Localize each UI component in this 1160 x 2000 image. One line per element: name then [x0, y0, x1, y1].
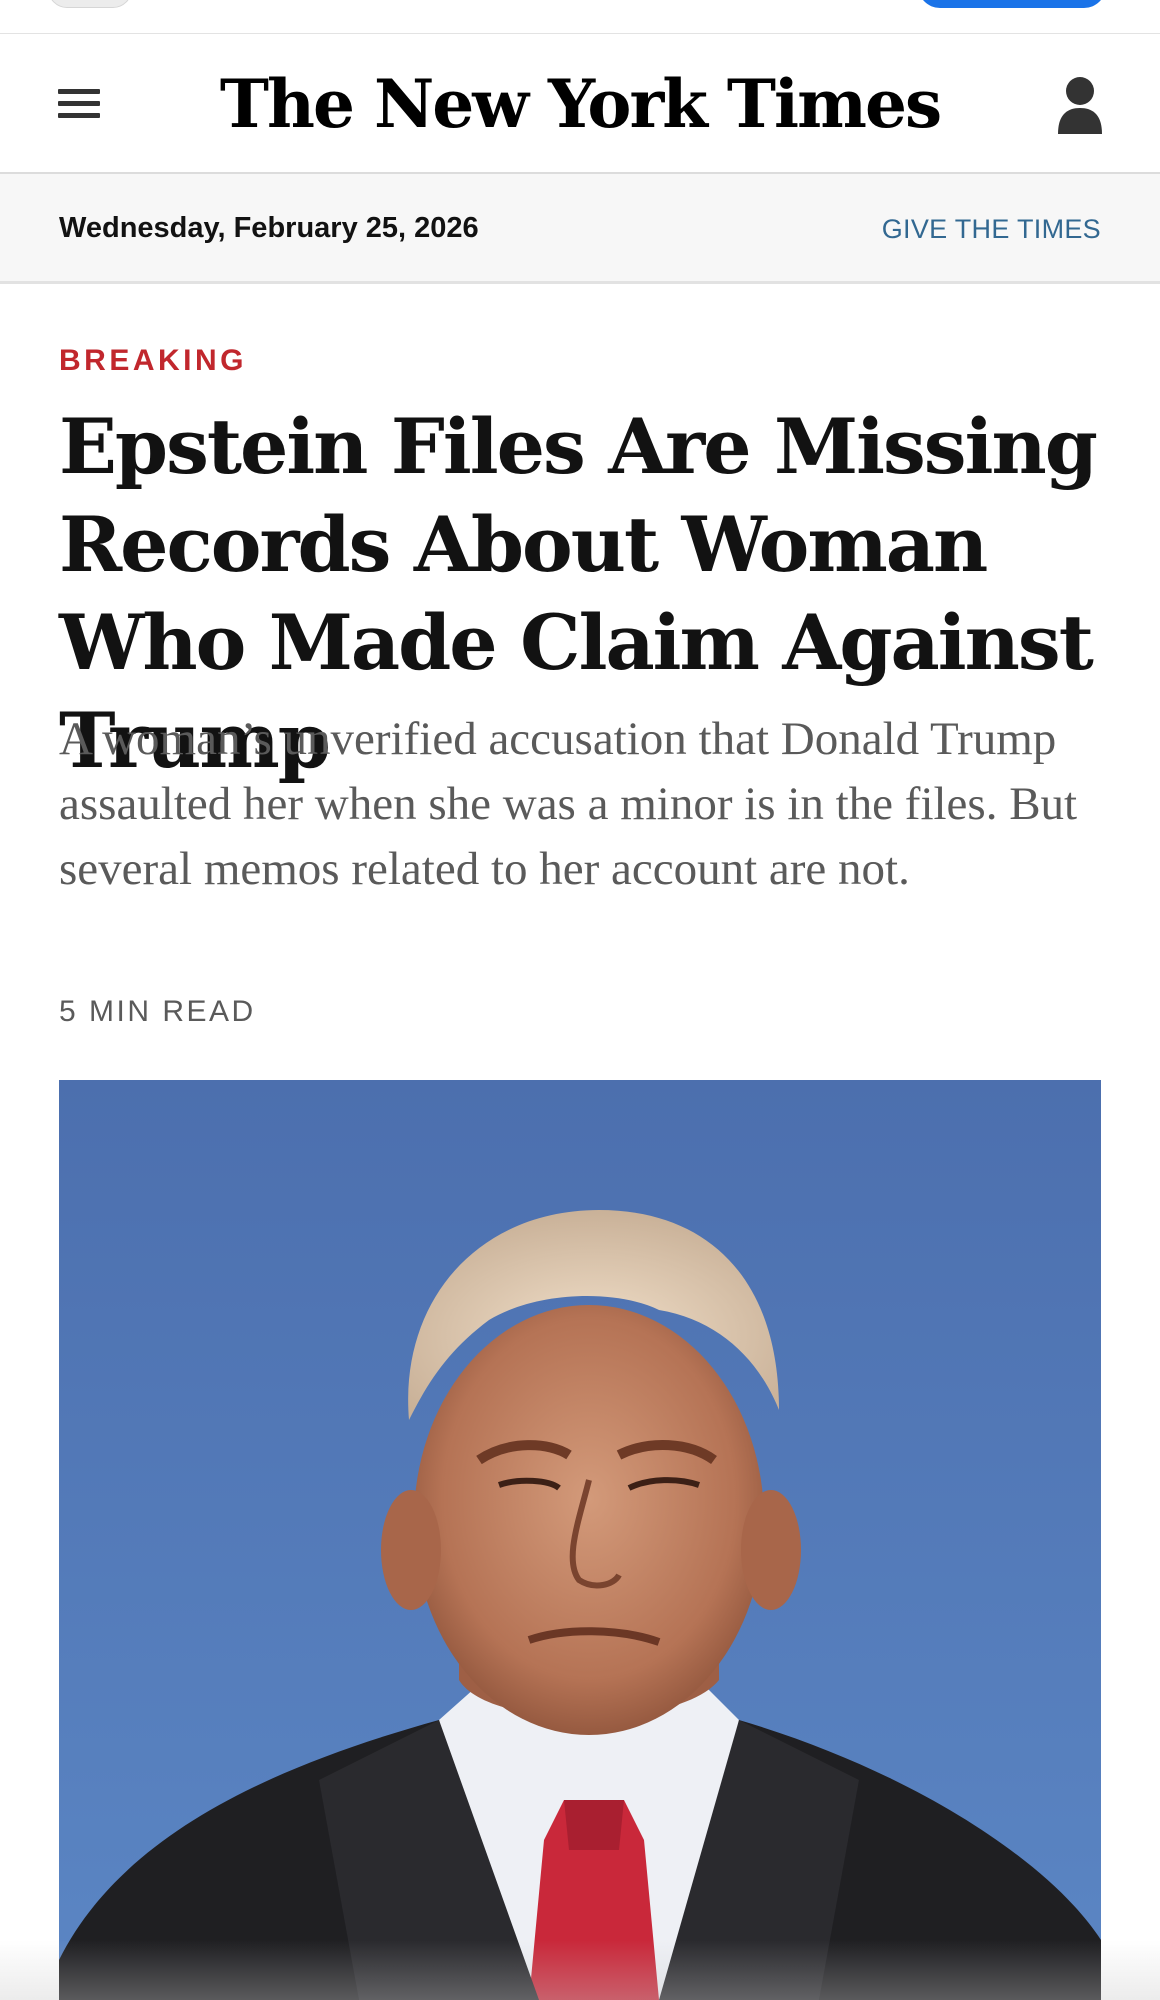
user-account-icon[interactable]: [1056, 76, 1104, 136]
app-install-banner: [0, 0, 1160, 34]
banner-close-button[interactable]: [48, 0, 132, 8]
read-time: 5 MIN READ: [59, 995, 256, 1028]
lead-photo[interactable]: [59, 1080, 1101, 2000]
masthead: The New York Times: [0, 34, 1160, 174]
breaking-label: BREAKING: [59, 344, 248, 377]
banner-open-app-button[interactable]: [918, 0, 1106, 8]
nyt-logo[interactable]: The New York Times: [0, 64, 1160, 144]
give-the-times-link[interactable]: GIVE THE TIMES: [882, 214, 1101, 245]
date-bar: Wednesday, February 25, 2026 GIVE THE TI…: [0, 174, 1160, 284]
article-summary: A woman’s unverified accusation that Don…: [59, 713, 1078, 895]
current-date: Wednesday, February 25, 2026: [59, 212, 479, 244]
